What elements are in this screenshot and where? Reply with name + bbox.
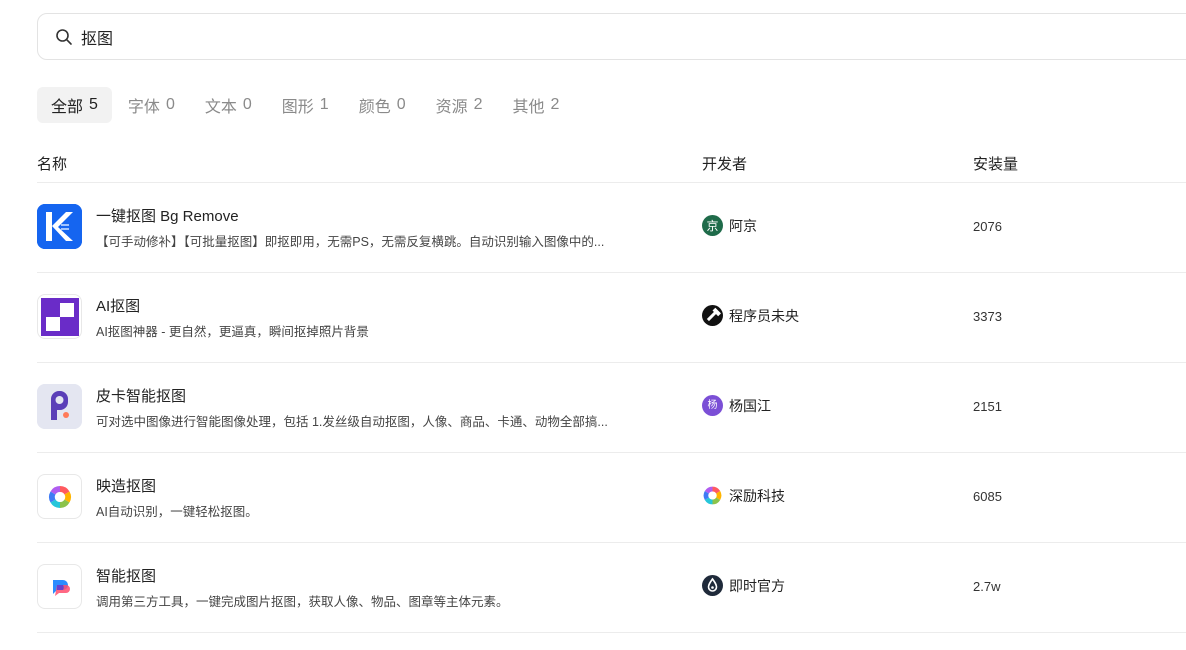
tab-color[interactable]: 颜色 0 — [345, 87, 420, 123]
header-developer: 开发者 — [702, 156, 748, 173]
tab-text[interactable]: 文本 0 — [191, 87, 266, 123]
tab-label: 文本 — [204, 99, 237, 116]
tab-label: 颜色 — [358, 99, 391, 116]
tab-other[interactable]: 其他 2 — [499, 87, 574, 123]
plugin-description: AI自动识别，一键轻松抠图。 — [96, 505, 258, 519]
hammer-avatar-icon — [702, 305, 723, 326]
jishi-logo-icon — [37, 564, 82, 609]
install-count: 2.7w — [973, 579, 1001, 594]
purple-checker-icon — [37, 294, 82, 339]
plugin-search-page: 全部 5 字体 0 文本 0 图形 1 颜色 0 资源 2 其他 2 名称 开 — [0, 0, 1186, 650]
install-count: 6085 — [973, 489, 1002, 504]
tab-label: 资源 — [435, 99, 468, 116]
k-logo-icon — [37, 204, 82, 249]
tab-label: 字体 — [127, 99, 160, 116]
search-box[interactable] — [37, 13, 1186, 60]
plugin-list: 一键抠图 Bg Remove 【可手动修补】【可批量抠图】即抠即用，无需PS，无… — [37, 183, 1186, 633]
plugin-description: 可对选中图像进行智能图像处理，包括 1.发丝级自动抠图，人像、商品、卡通、动物全… — [96, 415, 608, 429]
developer-name: 深励科技 — [729, 487, 785, 504]
tab-shape[interactable]: 图形 1 — [268, 87, 343, 123]
avatar-char: 杨 — [707, 399, 718, 411]
plugin-row[interactable]: 皮卡智能抠图 可对选中图像进行智能图像处理，包括 1.发丝级自动抠图，人像、商品… — [37, 363, 1186, 453]
plugin-row[interactable]: 映造抠图 AI自动识别，一键轻松抠图。 深励科技 6085 — [37, 453, 1186, 543]
avatar-char: 京 — [706, 218, 719, 233]
developer[interactable]: 深励科技 — [702, 485, 785, 506]
header-installs: 安装量 — [973, 156, 1019, 173]
tab-count: 0 — [165, 96, 175, 113]
tab-resource[interactable]: 资源 2 — [422, 87, 497, 123]
developer[interactable]: 杨 杨国江 — [702, 395, 771, 416]
tab-label: 图形 — [281, 99, 314, 116]
plugin-title: 智能抠图 — [96, 568, 157, 585]
tab-count: 5 — [89, 96, 98, 113]
plugin-row[interactable]: 智能抠图 调用第三方工具，一键完成图片抠图，获取人像、物品、图章等主体元素。 即… — [37, 543, 1186, 633]
developer[interactable]: 程序员未央 — [702, 305, 799, 326]
developer-name: 阿京 — [729, 217, 757, 234]
category-tabs: 全部 5 字体 0 文本 0 图形 1 颜色 0 资源 2 其他 2 — [37, 87, 575, 123]
tab-count: 0 — [396, 96, 406, 113]
plugin-description: 【可手动修补】【可批量抠图】即抠即用，无需PS，无需反复横跳。自动识别输入图像中… — [96, 235, 605, 249]
install-count: 2151 — [973, 399, 1002, 414]
tab-count: 2 — [473, 96, 483, 113]
plugin-title: 一键抠图 Bg Remove — [96, 208, 239, 225]
search-icon — [55, 28, 73, 46]
plugin-description: 调用第三方工具，一键完成图片抠图，获取人像、物品、图章等主体元素。 — [96, 595, 509, 609]
header-name: 名称 — [37, 156, 68, 173]
jing-avatar-icon: 京 — [702, 215, 723, 236]
plugin-title: AI抠图 — [96, 298, 141, 315]
plugin-row[interactable]: 一键抠图 Bg Remove 【可手动修补】【可批量抠图】即抠即用，无需PS，无… — [37, 183, 1186, 273]
developer-name: 杨国江 — [729, 397, 771, 414]
tab-count: 1 — [319, 96, 329, 113]
search-input[interactable] — [81, 27, 681, 46]
install-count: 2076 — [973, 219, 1002, 234]
tab-all[interactable]: 全部 5 — [37, 87, 112, 123]
plugin-title: 皮卡智能抠图 — [96, 388, 187, 405]
jishi-avatar-icon — [702, 575, 723, 596]
pica-logo-icon — [37, 384, 82, 429]
developer-name: 程序员未央 — [729, 307, 799, 324]
tab-label: 其他 — [512, 99, 545, 116]
tab-label: 全部 — [51, 99, 84, 116]
install-count: 3373 — [973, 309, 1002, 324]
developer-name: 即时官方 — [729, 577, 785, 594]
developer[interactable]: 即时官方 — [702, 575, 785, 596]
plugin-title: 映造抠图 — [96, 478, 157, 495]
yang-avatar-icon: 杨 — [702, 395, 723, 416]
color-flower-avatar-icon — [702, 485, 723, 506]
tab-count: 2 — [550, 96, 560, 113]
developer[interactable]: 京 阿京 — [702, 215, 757, 236]
color-flower-icon — [37, 474, 82, 519]
plugin-row[interactable]: AI抠图 AI抠图神器 - 更自然，更逼真，瞬间抠掉照片背景 程序员未央 337… — [37, 273, 1186, 363]
tab-font[interactable]: 字体 0 — [114, 87, 189, 123]
table-header: 名称 开发者 安装量 — [37, 143, 1186, 183]
tab-count: 0 — [242, 96, 252, 113]
plugin-description: AI抠图神器 - 更自然，更逼真，瞬间抠掉照片背景 — [96, 325, 369, 339]
